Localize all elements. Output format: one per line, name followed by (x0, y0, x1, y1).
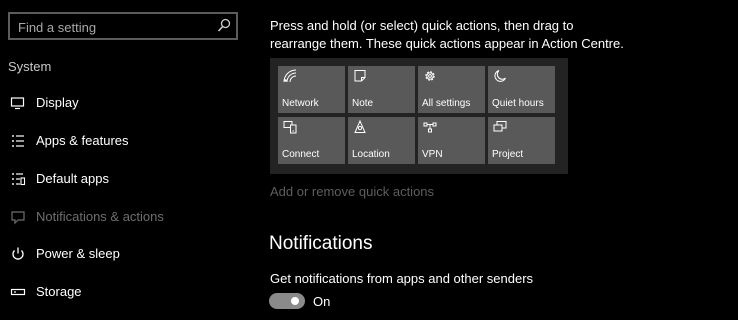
location-icon (353, 120, 367, 134)
sidebar-item-label: Power & sleep (36, 246, 120, 261)
notifications-toggle[interactable] (269, 293, 305, 309)
apps-list-icon (10, 133, 26, 149)
connect-icon (283, 120, 297, 134)
quick-action-all-settings[interactable]: All settings (418, 66, 485, 113)
search-box[interactable] (8, 12, 238, 40)
quick-action-label: All settings (422, 98, 471, 109)
sidebar-item-power-sleep[interactable]: Power & sleep (0, 240, 250, 268)
quick-action-vpn[interactable]: VPN (418, 117, 485, 164)
quick-action-label: Quiet hours (492, 98, 544, 109)
quick-action-note[interactable]: Note (348, 66, 415, 113)
power-icon (10, 246, 26, 262)
note-icon (353, 69, 367, 83)
sidebar-item-label: Storage (36, 284, 82, 299)
sidebar-item-display[interactable]: Display (0, 89, 250, 117)
search-icon[interactable] (216, 17, 232, 35)
sidebar-item-label: Notifications & actions (36, 209, 164, 224)
quick-action-quiet-hours[interactable]: Quiet hours (488, 66, 555, 113)
sidebar: System Display Apps & features (0, 0, 250, 320)
notifications-setting-label: Get notifications from apps and other se… (270, 271, 534, 286)
storage-icon (10, 284, 26, 300)
quick-action-project[interactable]: Project (488, 117, 555, 164)
sidebar-item-label: Apps & features (36, 133, 129, 148)
sidebar-item-notifications-actions[interactable]: Notifications & actions (0, 203, 250, 231)
quick-action-connect[interactable]: Connect (278, 117, 345, 164)
notification-icon (10, 209, 26, 225)
quick-action-location[interactable]: Location (348, 117, 415, 164)
quick-actions-panel: Network Note All settings Quiet hours Co… (270, 58, 568, 174)
toggle-knob (291, 297, 299, 305)
quick-action-label: Project (492, 149, 524, 160)
sidebar-item-label: Display (36, 95, 79, 110)
quick-actions-description: Press and hold (or select) quick actions… (270, 18, 624, 51)
moon-icon (493, 69, 507, 83)
vpn-icon (423, 120, 437, 134)
project-icon (493, 120, 507, 134)
gear-icon (423, 69, 437, 83)
monitor-icon (10, 95, 26, 111)
search-input[interactable] (18, 18, 208, 36)
sidebar-item-storage[interactable]: Storage (0, 278, 250, 306)
quick-action-label: VPN (422, 149, 443, 160)
default-apps-icon (10, 171, 26, 187)
toggle-state-label: On (313, 294, 331, 309)
add-remove-quick-actions-link[interactable]: Add or remove quick actions (270, 184, 434, 199)
network-icon (283, 69, 297, 83)
sidebar-item-apps-features[interactable]: Apps & features (0, 127, 250, 155)
quick-action-network[interactable]: Network (278, 66, 345, 113)
notifications-heading: Notifications (269, 233, 373, 254)
quick-action-label: Note (352, 98, 374, 109)
sidebar-item-label: Default apps (36, 171, 109, 186)
quick-action-label: Location (352, 149, 390, 160)
section-label-system: System (8, 59, 52, 74)
quick-action-label: Connect (282, 149, 320, 160)
sidebar-item-default-apps[interactable]: Default apps (0, 165, 250, 193)
quick-action-label: Network (282, 98, 319, 109)
